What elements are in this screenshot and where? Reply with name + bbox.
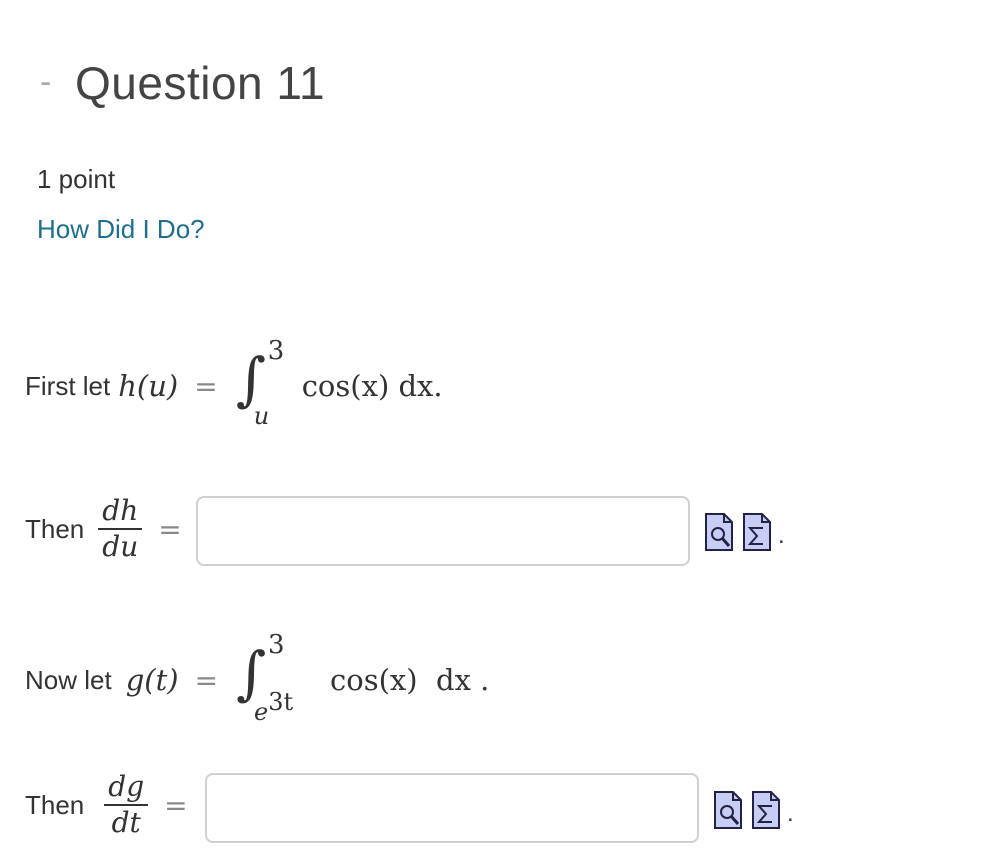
problem-1-equals: = [194, 369, 218, 403]
answer-2-equals: = [164, 788, 188, 822]
lower-limit-exponent: 3t [268, 688, 294, 716]
integral-1-integrand: cos(x) dx. [301, 369, 443, 403]
fraction-numerator: dg [108, 770, 145, 803]
question-points: 1 point [37, 164, 116, 194]
derivative-dg-dt: dg dt [104, 770, 149, 840]
integral-1: ∫ 3 u [234, 336, 296, 436]
answer-2-row: Then dg dt = [25, 770, 204, 840]
problem-2-function: g(t) [125, 663, 179, 697]
integral-sign: ∫ [235, 345, 266, 413]
preview-icon[interactable] [713, 790, 743, 830]
problem-2-equals: = [194, 663, 219, 697]
problem-2-lead: Now let [25, 664, 112, 695]
answer-2-period: . [787, 800, 794, 827]
answer-2-input[interactable] [205, 773, 699, 843]
equation-editor-icon[interactable] [751, 790, 781, 830]
integral-2: ∫ 3 e3t [234, 630, 320, 730]
integral-2-lower-limit: e3t [254, 688, 294, 726]
problem-1-statement: First let h(u) = ∫ 3 u cos(x) dx. [25, 336, 443, 436]
answer-1-period: . [778, 522, 785, 549]
collapse-toggle[interactable]: - [40, 63, 51, 102]
fraction-denominator: du [102, 530, 139, 563]
problem-1-function: h(u) [118, 369, 179, 403]
integral-1-lower-limit: u [253, 402, 270, 430]
fraction-denominator: dt [111, 806, 141, 839]
integral-1-upper-limit: 3 [267, 336, 285, 366]
integral-2-upper-limit: 3 [268, 630, 285, 660]
answer-1-lead: Then [25, 513, 85, 544]
question-title: Question 11 [75, 57, 326, 109]
answer-2-lead: Then [25, 789, 85, 820]
answer-1-row: Then dh du = [25, 494, 198, 564]
answer-1-input[interactable] [196, 496, 690, 566]
answer-1-equals: = [158, 512, 182, 546]
integral-2-integrand: cos(x) dx . [330, 663, 490, 697]
problem-2-statement: Now let g(t) = ∫ 3 e3t cos(x) dx . [25, 630, 489, 730]
lower-limit-base: e [254, 698, 269, 726]
fraction-numerator: dh [102, 494, 139, 527]
derivative-dh-du: dh du [98, 494, 143, 564]
preview-icon[interactable] [704, 512, 734, 552]
problem-1-lead: First let [25, 370, 111, 401]
how-did-i-do-link[interactable]: How Did I Do? [37, 214, 205, 245]
equation-editor-icon[interactable] [742, 512, 772, 552]
